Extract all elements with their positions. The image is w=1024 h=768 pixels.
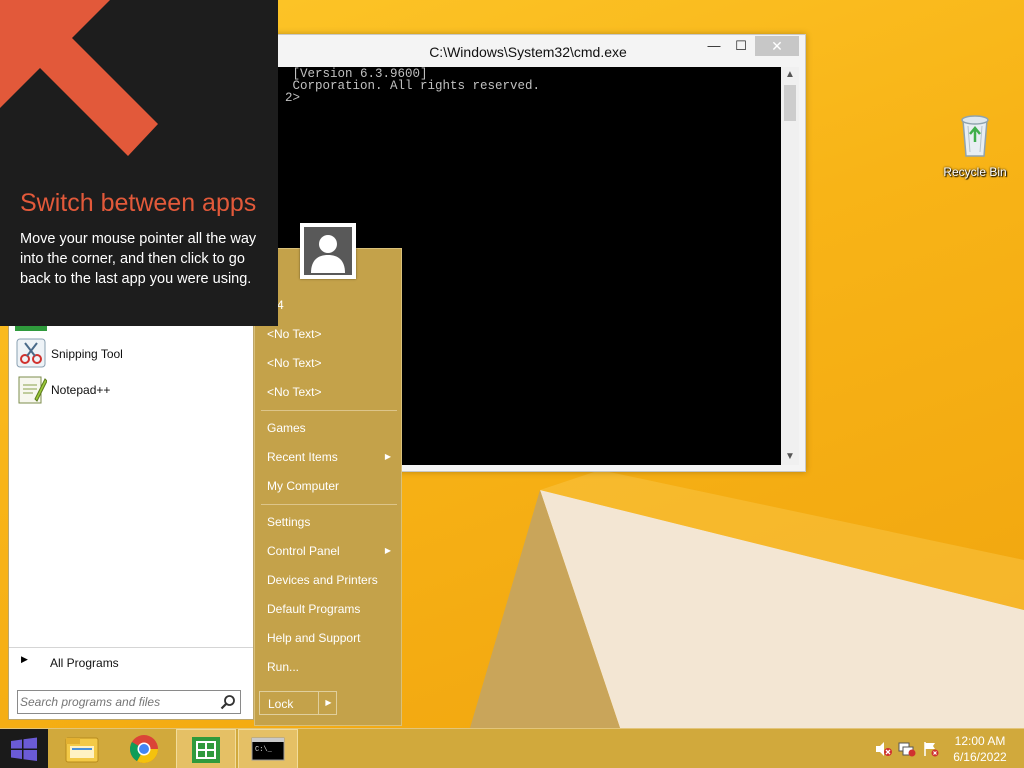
- taskbar-store[interactable]: [176, 729, 236, 768]
- menu-item-no-text-1[interactable]: <No Text>: [259, 321, 399, 347]
- hint-body: Move your mouse pointer all the way into…: [20, 231, 257, 287]
- start-menu-programs-pane: Snipping Tool Notepad++ ▶ All Programs: [8, 300, 254, 720]
- hint-title: Switch between apps: [20, 189, 257, 217]
- switch-apps-hint-overlay[interactable]: Switch between apps Move your mouse poin…: [0, 0, 278, 326]
- program-label: Snipping Tool: [51, 347, 123, 361]
- menu-item-label: Help and Support: [267, 631, 361, 645]
- menu-item-run[interactable]: Run...: [259, 654, 399, 680]
- taskbar-cmd[interactable]: C:\_: [238, 729, 298, 768]
- menu-item-label: <No Text>: [267, 327, 322, 341]
- menu-item-label: Run...: [267, 660, 300, 674]
- menu-item-user-folder[interactable]: M4: [259, 292, 399, 318]
- all-programs-label: All Programs: [50, 656, 119, 670]
- minimize-button[interactable]: —: [701, 36, 727, 56]
- all-programs-button[interactable]: ▶ All Programs: [9, 647, 253, 671]
- clock-date: 6/16/2022: [953, 750, 1007, 764]
- program-label: Notepad++: [51, 383, 111, 397]
- notepad-plus-plus-icon: [18, 376, 47, 404]
- chrome-icon: [130, 735, 158, 763]
- file-explorer-icon: [65, 737, 99, 763]
- menu-item-label: Default Programs: [267, 602, 361, 616]
- menu-item-no-text-3[interactable]: <No Text>: [259, 379, 399, 405]
- program-notepad-plus-plus[interactable]: Notepad++: [15, 373, 251, 407]
- menu-item-label: <No Text>: [267, 356, 322, 370]
- clock-time: 12:00 AM: [954, 734, 1006, 748]
- console-prompt: 2>: [285, 91, 301, 105]
- console-line: Corporation. All rights reserved.: [285, 79, 541, 93]
- power-options-arrow-icon[interactable]: ▶: [318, 692, 338, 714]
- menu-item-games[interactable]: Games: [259, 415, 399, 441]
- menu-separator: [261, 504, 397, 505]
- volume-muted-icon[interactable]: [874, 741, 892, 757]
- menu-item-label: <No Text>: [267, 385, 322, 399]
- close-button[interactable]: ✕: [755, 36, 799, 56]
- lock-label: Lock: [268, 697, 294, 711]
- menu-item-label: Control Panel: [267, 544, 340, 558]
- menu-item-devices-and-printers[interactable]: Devices and Printers: [259, 567, 399, 593]
- user-account-picture[interactable]: [300, 223, 356, 279]
- windows-start-icon: [11, 737, 37, 761]
- cmd-icon: C:\_: [251, 737, 285, 761]
- taskbar: C:\_ 12:00 AM 6/16/2022: [0, 728, 1024, 768]
- menu-item-no-text-2[interactable]: <No Text>: [259, 350, 399, 376]
- menu-item-my-computer[interactable]: My Computer: [259, 473, 399, 499]
- menu-item-label: Devices and Printers: [267, 573, 378, 587]
- submenu-arrow-icon: ▶: [384, 452, 391, 461]
- scroll-down-arrow-icon[interactable]: ▼: [781, 449, 799, 465]
- cmd-titlebar[interactable]: C:\Windows\System32\cmd.exe — ☐ ✕: [251, 35, 805, 67]
- user-avatar-icon: [304, 227, 352, 275]
- menu-separator: [261, 410, 397, 411]
- menu-item-recent-items[interactable]: Recent Items ▶: [259, 444, 399, 470]
- recycle-bin-icon: [961, 115, 989, 157]
- menu-item-settings[interactable]: Settings: [259, 509, 399, 535]
- recycle-bin-shortcut[interactable]: Recycle Bin: [940, 110, 1010, 179]
- taskbar-chrome[interactable]: [114, 729, 174, 768]
- menu-item-default-programs[interactable]: Default Programs: [259, 596, 399, 622]
- menu-item-help-and-support[interactable]: Help and Support: [259, 625, 399, 651]
- recycle-bin-label: Recycle Bin: [943, 165, 1007, 179]
- svg-text:C:\_: C:\_: [255, 746, 273, 754]
- start-search-box[interactable]: [17, 690, 241, 714]
- system-tray: [870, 729, 940, 768]
- search-input[interactable]: [20, 693, 216, 711]
- taskbar-file-explorer[interactable]: [52, 729, 112, 768]
- store-icon: [192, 737, 220, 763]
- scroll-up-arrow-icon[interactable]: ▲: [781, 67, 799, 83]
- action-center-flag-icon[interactable]: [922, 741, 940, 757]
- submenu-arrow-icon: ▶: [384, 546, 391, 555]
- scroll-thumb[interactable]: [784, 85, 796, 121]
- program-snipping-tool[interactable]: Snipping Tool: [15, 337, 251, 371]
- menu-item-label: My Computer: [267, 479, 340, 493]
- menu-item-control-panel[interactable]: Control Panel ▶: [259, 538, 399, 564]
- expand-arrow-icon: ▶: [21, 654, 28, 664]
- network-icon[interactable]: [898, 741, 916, 757]
- maximize-button[interactable]: ☐: [728, 36, 754, 56]
- snipping-tool-icon: [16, 338, 46, 368]
- start-button[interactable]: [0, 729, 48, 768]
- menu-item-label: Games: [267, 421, 306, 435]
- menu-item-label: Settings: [267, 515, 311, 529]
- lock-button[interactable]: Lock ▶: [259, 691, 337, 715]
- menu-item-label: Recent Items: [267, 450, 338, 464]
- taskbar-clock[interactable]: 12:00 AM 6/16/2022: [940, 733, 1020, 765]
- search-icon[interactable]: [220, 694, 236, 710]
- console-scrollbar[interactable]: ▲ ▼: [781, 67, 799, 465]
